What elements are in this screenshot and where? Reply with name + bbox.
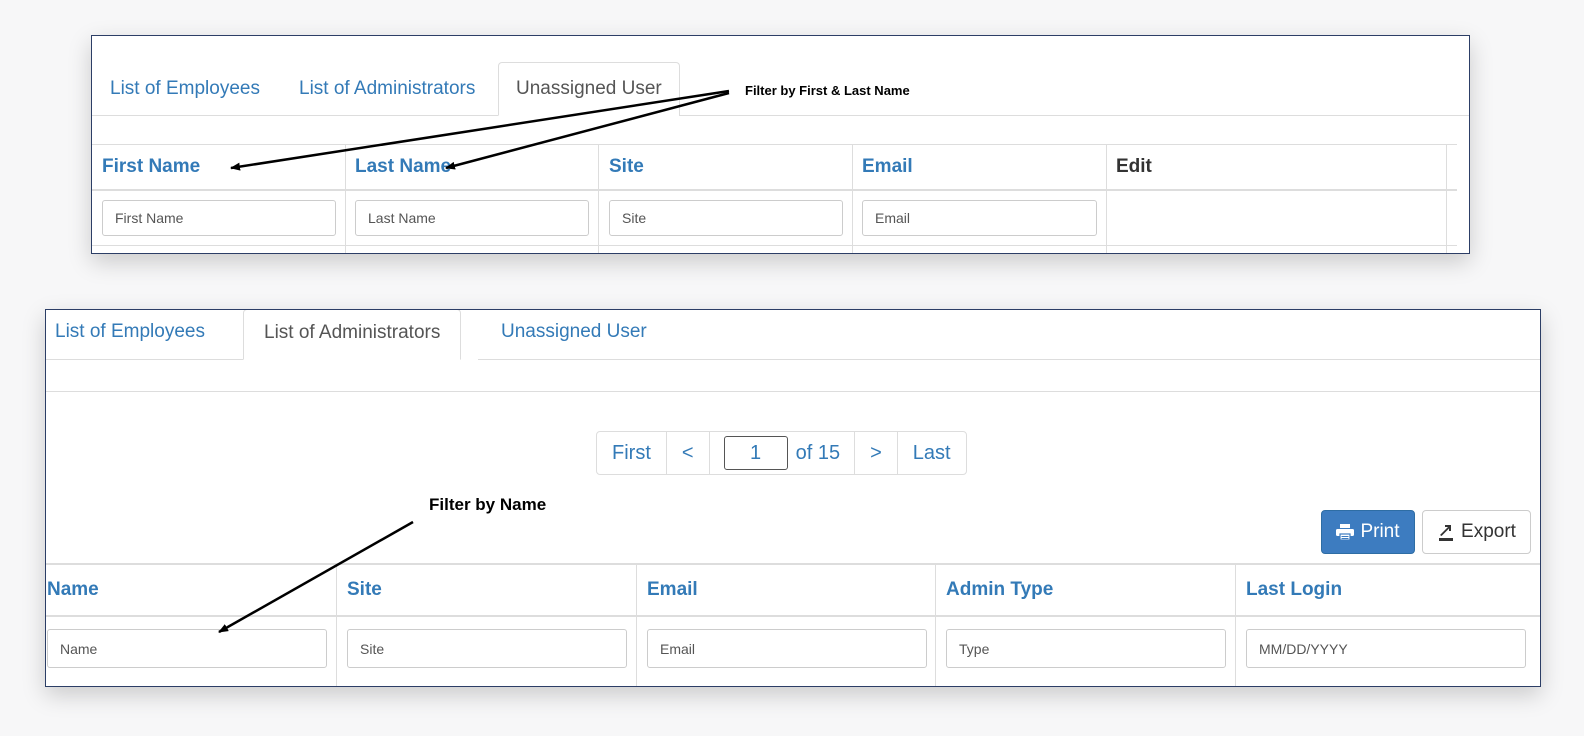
column-header-last-name[interactable]: Last Name — [355, 156, 451, 178]
tabs-divider — [679, 115, 1469, 116]
site-filter-input[interactable] — [347, 629, 627, 668]
pagination-prev-button[interactable]: < — [665, 432, 709, 474]
pagination-page-indicator: of 15 — [708, 432, 854, 474]
column-header-edit: Edit — [1116, 156, 1152, 177]
unassigned-user-panel: List of Employees List of Administrators… — [91, 35, 1470, 254]
tabs-divider — [92, 115, 498, 116]
annotation-filter-first-last-name: Filter by First & Last Name — [745, 83, 910, 98]
last-name-filter-input[interactable] — [355, 200, 589, 236]
toolbar-divider — [46, 391, 1540, 392]
tab-unassigned-user[interactable]: Unassigned User — [501, 321, 647, 343]
tab-list-of-administrators[interactable]: List of Administrators — [243, 310, 462, 360]
print-button-label: Print — [1360, 521, 1400, 542]
column-divider — [1446, 144, 1447, 253]
site-filter-input[interactable] — [609, 200, 843, 236]
column-divider — [852, 144, 853, 253]
admin-type-filter-input[interactable] — [946, 629, 1226, 668]
table-header-border — [46, 615, 1540, 617]
column-header-name[interactable]: Name — [47, 579, 99, 601]
column-header-email[interactable]: Email — [862, 156, 913, 178]
column-divider — [935, 563, 936, 686]
column-divider — [345, 144, 346, 253]
column-header-site[interactable]: Site — [609, 156, 644, 178]
last-login-filter-input[interactable] — [1246, 629, 1526, 668]
column-header-admin-type[interactable]: Admin Type — [946, 579, 1053, 601]
page-total-label: of 15 — [795, 441, 841, 464]
name-filter-input[interactable] — [47, 629, 327, 668]
column-divider — [336, 563, 337, 686]
tabs-divider — [478, 359, 1540, 360]
pagination-first-button[interactable]: First — [597, 432, 666, 474]
email-filter-input[interactable] — [647, 629, 927, 668]
table-top-border — [92, 144, 1457, 145]
tab-unassigned-user[interactable]: Unassigned User — [498, 62, 680, 116]
table-top-border — [46, 563, 1540, 565]
filter-row-border — [92, 245, 1457, 246]
page-number-input[interactable] — [723, 436, 788, 470]
pagination-next-button[interactable]: > — [854, 432, 897, 474]
export-button-label: Export — [1461, 521, 1516, 542]
column-header-last-login[interactable]: Last Login — [1246, 579, 1342, 601]
first-name-filter-input[interactable] — [102, 200, 336, 236]
column-header-email[interactable]: Email — [647, 579, 698, 601]
column-divider — [598, 144, 599, 253]
tab-list-of-administrators[interactable]: List of Administrators — [299, 78, 475, 100]
tab-list-of-employees[interactable]: List of Employees — [110, 78, 260, 100]
column-divider — [1106, 144, 1107, 253]
printer-icon — [1336, 524, 1355, 540]
column-divider — [1235, 563, 1236, 686]
export-icon — [1439, 524, 1454, 541]
print-button[interactable]: Print — [1321, 510, 1415, 554]
administrators-panel: List of Employees List of Administrators… — [45, 309, 1541, 687]
email-filter-input[interactable] — [862, 200, 1097, 236]
annotation-filter-by-name: Filter by Name — [429, 495, 547, 514]
export-button[interactable]: Export — [1422, 510, 1531, 554]
tabs-divider — [46, 359, 243, 360]
pagination: First < of 15 > Last — [596, 431, 967, 475]
column-header-first-name[interactable]: First Name — [102, 156, 200, 178]
column-header-site[interactable]: Site — [347, 579, 382, 601]
table-header-border — [92, 189, 1457, 191]
pagination-last-button[interactable]: Last — [896, 432, 966, 474]
column-divider — [636, 563, 637, 686]
tab-list-of-employees[interactable]: List of Employees — [55, 321, 205, 343]
